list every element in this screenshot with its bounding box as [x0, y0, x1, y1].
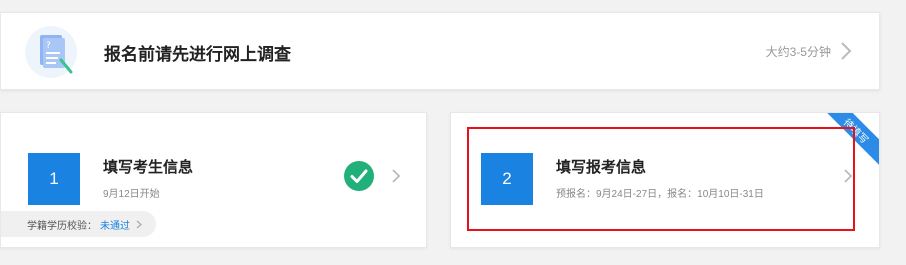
step-date: 预报名：9月24日-27日，报名：10月10日-31日 — [556, 189, 764, 200]
verification-label: 学籍学历校验： — [27, 220, 97, 232]
step-title: 填写报考信息 — [556, 159, 647, 176]
chevron-right-icon[interactable] — [391, 168, 401, 184]
verification-status-pill[interactable]: 学籍学历校验： 未通过 — [1, 211, 156, 237]
svg-text:?: ? — [46, 41, 51, 51]
step-title: 填写考生信息 — [103, 159, 194, 176]
chevron-right-icon[interactable] — [843, 168, 853, 184]
survey-card[interactable]: ? 报名前请先进行网上调查 大约3-5分钟 — [0, 12, 880, 90]
step-card-personal-info[interactable]: 1 填写考生信息 9月12日开始 学籍学历校验： 未通过 — [0, 112, 427, 248]
verification-status: 未通过 — [100, 220, 130, 232]
check-circle-icon — [344, 161, 374, 191]
chevron-right-icon[interactable] — [839, 39, 853, 63]
survey-title: 报名前请先进行网上调查 — [104, 45, 291, 64]
step-date: 9月12日开始 — [103, 189, 160, 200]
step-card-application-info[interactable]: 2 填写报考信息 预报名：9月24日-27日，报名：10月10日-31日 待填写 — [450, 112, 880, 248]
chevron-right-icon — [136, 220, 142, 228]
step-number-badge: 1 — [28, 153, 80, 205]
survey-duration: 大约3-5分钟 — [765, 45, 831, 59]
step-number-badge: 2 — [481, 153, 533, 205]
survey-document-icon: ? — [25, 26, 77, 78]
pending-ribbon: 待填写 — [816, 113, 879, 171]
